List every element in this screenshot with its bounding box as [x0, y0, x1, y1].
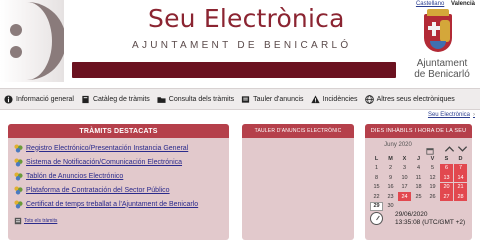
tramit-link[interactable]: Plataforma de Contratación del Sector Pú…	[14, 183, 229, 197]
calendar-day[interactable]: 6	[440, 163, 453, 173]
tramits-destacats-heading: TRÀMITS DESTACATS	[8, 124, 229, 138]
nav-item-altres-seus[interactable]: Altres seus electròniques	[364, 94, 455, 104]
nav-item-consulta-tramits[interactable]: Consulta dels tràmits	[157, 95, 234, 104]
calendar-icon[interactable]	[426, 142, 434, 155]
site-title: Seu Electrònica	[148, 4, 345, 33]
calendar-heading: DIES INHÀBILS I HORA DE LA SEU	[365, 124, 472, 138]
calendar-day[interactable]: 16	[384, 182, 397, 192]
server-date: 29/06/2020	[395, 211, 428, 218]
calendar-day[interactable]: 9	[384, 173, 397, 182]
all-tramits-link[interactable]: Tots els tràmits	[14, 217, 57, 225]
tramit-bullet-icon	[14, 143, 23, 153]
tramits-list: Registro Electrónico/Presentación Instan…	[8, 138, 229, 211]
next-month-chevron-down-icon[interactable]	[457, 141, 468, 152]
calendar-day[interactable]: 11	[412, 173, 425, 182]
calendar-day[interactable]: 3	[398, 163, 411, 173]
calendar-weekday-header: L	[374, 155, 379, 162]
calendar-weekday-header: X	[402, 155, 407, 162]
calendar-day[interactable]: 2	[384, 163, 397, 173]
noticeboard-icon	[241, 95, 250, 104]
calendar-day[interactable]: 21	[454, 182, 467, 192]
tramit-bullet-icon	[14, 185, 23, 195]
language-valencia-link[interactable]: Valencià	[451, 1, 475, 7]
list-icon	[14, 217, 22, 225]
breadcrumb-arrow-icon: ›	[473, 112, 475, 118]
calendar-day[interactable]: 13	[440, 173, 453, 182]
calendar-weekday-header: J	[416, 155, 421, 162]
calendar-weekday-header: S	[444, 155, 449, 162]
globe-icon	[364, 94, 374, 104]
clock-icon	[370, 212, 383, 225]
coat-of-arms-icon	[424, 9, 452, 52]
book-icon	[81, 95, 90, 104]
nav-item-incidencies[interactable]: Incidències	[310, 94, 358, 104]
breadcrumb-link[interactable]: Seu Electrònica	[428, 112, 470, 118]
calendar-day[interactable]: 12	[426, 173, 439, 182]
nav-item-cataleg-tramits[interactable]: Catàleg de tràmits	[81, 95, 150, 104]
folder-icon	[157, 95, 166, 104]
calendar-day[interactable]: 30	[384, 201, 397, 211]
calendar-grid: L M X J V S D 1 2 3 4 5 6 7 8 9 10 11 12 13 14 15 16 17 18 19 20 21…	[370, 154, 472, 211]
site-header: Seu Electrònica AJUNTAMENT DE BENICARLÓ …	[0, 0, 480, 88]
info-icon	[4, 94, 13, 104]
language-castellano-link[interactable]: Castellano	[416, 1, 444, 7]
main-nav: Informació general Catàleg de tràmits Co…	[0, 88, 480, 110]
calendar-weekday-header: D	[458, 155, 463, 162]
site-subtitle: AJUNTAMENT DE BENICARLÓ	[132, 40, 352, 51]
tramit-link[interactable]: Certificat de temps treballat a l'Ajunta…	[14, 197, 229, 211]
tramit-link[interactable]: Registro Electrónico/Presentación Instan…	[14, 141, 229, 155]
calendar-day[interactable]: 22	[370, 192, 383, 201]
tramit-bullet-icon	[14, 171, 23, 181]
calendar-day[interactable]: 17	[398, 182, 411, 192]
breadcrumb: Seu Electrònica ›	[428, 112, 475, 118]
calendar-day[interactable]: 24	[398, 192, 411, 201]
calendar-day[interactable]: 28	[454, 192, 467, 201]
calendar-weekday-header: M	[388, 155, 393, 162]
previous-month-chevron-up-icon[interactable]	[444, 141, 455, 152]
tramit-link[interactable]: Sistema de Notificación/Comunicación Ele…	[14, 155, 229, 169]
calendar-day[interactable]: 8	[370, 173, 383, 182]
calendar-day[interactable]: 18	[412, 182, 425, 192]
tauler-anuncis-heading: TAULER D'ANUNCIS ELECTRÒNIC	[242, 124, 354, 138]
calendar-day[interactable]: 10	[398, 173, 411, 182]
title-bar	[72, 62, 396, 78]
calendar-day[interactable]: 20	[440, 182, 453, 192]
language-switcher: Castellano Valencià	[411, 1, 475, 7]
nav-item-informacio-general[interactable]: Informació general	[4, 94, 74, 104]
tramit-bullet-icon	[14, 157, 23, 167]
tramit-bullet-icon	[14, 199, 23, 209]
calendar-month: Juny 2020	[384, 142, 412, 148]
calendar-weekday-header: V	[430, 155, 435, 162]
calendar-day[interactable]: 23	[384, 192, 397, 201]
calendar-day[interactable]: 5	[426, 163, 439, 173]
calendar-day[interactable]: 1	[370, 163, 383, 173]
calendar-day[interactable]: 7	[454, 163, 467, 173]
server-time: 13:35:08 (UTC/GMT +2)	[395, 219, 466, 226]
calendar-panel: DIES INHÀBILS I HORA DE LA SEU Juny 2020…	[365, 124, 472, 240]
calendar-day[interactable]: 15	[370, 182, 383, 192]
tramits-destacats-panel: TRÀMITS DESTACATS Registro Electrónico/P…	[8, 124, 229, 240]
tramit-link[interactable]: Tablón de Anuncios Electrónico	[14, 169, 229, 183]
calendar-day-today[interactable]: 29	[370, 201, 383, 211]
calendar-day[interactable]: 25	[412, 192, 425, 201]
nav-item-tauler-anuncis[interactable]: Tauler d'anuncis	[241, 95, 304, 104]
calendar-day[interactable]: 27	[440, 192, 453, 201]
tauler-anuncis-panel: TAULER D'ANUNCIS ELECTRÒNIC	[242, 124, 354, 240]
calendar-day[interactable]: 19	[426, 182, 439, 192]
calendar-toolbar: Juny 2020	[365, 140, 472, 155]
calendar-day[interactable]: 14	[454, 173, 467, 182]
warning-icon	[310, 94, 320, 104]
smiley-logo-icon	[0, 0, 64, 82]
calendar-day[interactable]: 26	[426, 192, 439, 201]
calendar-day[interactable]: 4	[412, 163, 425, 173]
municipality-logo-text: Ajuntament de Benicarló	[414, 58, 470, 80]
